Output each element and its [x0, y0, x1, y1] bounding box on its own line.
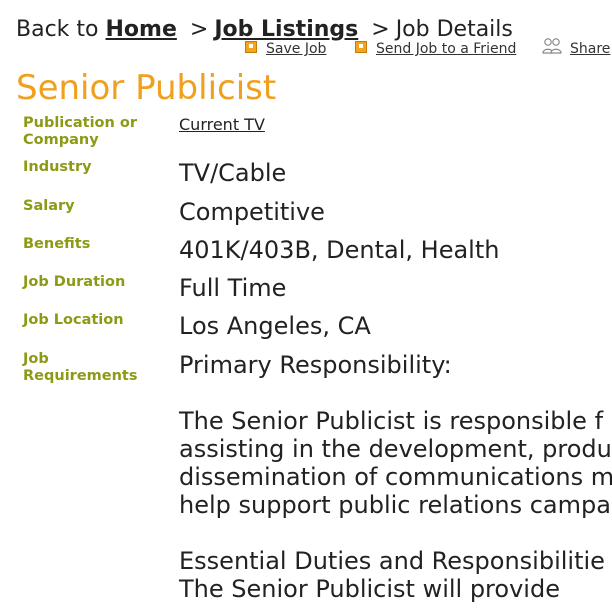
share-label: Share [570, 41, 611, 57]
company-label: Publication or Company [23, 115, 137, 148]
breadcrumb-current: Job Details [395, 17, 513, 42]
description-paragraph: Essential Duties and Responsibilitie The… [179, 547, 612, 603]
salary-label: Salary [23, 198, 75, 214]
description-line: Essential Duties and Responsibilitie [179, 547, 605, 575]
save-job-link[interactable]: Save Job [245, 41, 326, 57]
benefits-label: Benefits [23, 236, 91, 252]
share-people-icon [542, 38, 562, 54]
description-line: help support public relations campa [179, 491, 611, 519]
job-location-value: Los Angeles, CA [179, 312, 371, 340]
send-job-link[interactable]: Send Job to a Friend [355, 41, 516, 57]
breadcrumb-separator: > [189, 17, 209, 42]
job-duration-label: Job Duration [23, 274, 126, 290]
feed-icon [245, 41, 257, 53]
save-job-label: Save Job [266, 41, 327, 57]
description-line: The Senior Publicist will provide [179, 575, 560, 603]
page-title: Senior Publicist [16, 68, 277, 108]
send-job-label: Send Job to a Friend [376, 41, 517, 57]
description-paragraph: The Senior Publicist is responsible f as… [179, 407, 612, 519]
description-line: dissemination of communications m [179, 463, 612, 491]
job-duration-value: Full Time [179, 274, 287, 302]
breadcrumb-home-link[interactable]: Home [106, 17, 177, 42]
job-requirements-label: Job Requirements [23, 351, 138, 384]
industry-value: TV/Cable [179, 159, 287, 187]
industry-label: Industry [23, 159, 92, 175]
description-line: The Senior Publicist is responsible f [179, 407, 604, 435]
job-location-label: Job Location [23, 312, 124, 328]
breadcrumb-separator: > [371, 17, 390, 42]
company-link[interactable]: Current TV [179, 115, 265, 135]
share-link[interactable]: Share [542, 38, 611, 57]
primary-responsibility-heading: Primary Responsibility: [179, 351, 452, 379]
job-description: The Senior Publicist is responsible f as… [179, 407, 612, 612]
feed-icon [355, 41, 367, 53]
salary-value: Competitive [179, 198, 325, 226]
breadcrumb-back-to: Back to [16, 17, 99, 42]
benefits-value: 401K/403B, Dental, Health [179, 236, 500, 264]
job-actions: Save Job Send Job to a Friend Share [0, 38, 612, 61]
description-line: assisting in the development, produ [179, 435, 612, 463]
breadcrumb-job-listings-link[interactable]: Job Listings [214, 17, 358, 42]
breadcrumb: Back to Home > Job Listings > Job Details [16, 16, 513, 44]
